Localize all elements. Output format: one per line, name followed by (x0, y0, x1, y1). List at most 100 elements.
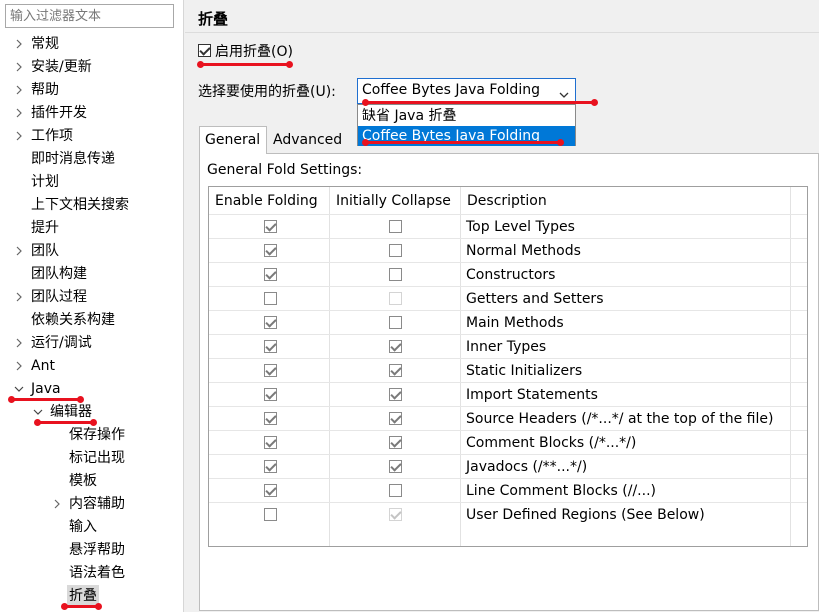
initially-collapse-checkbox[interactable] (389, 316, 402, 329)
row-description: Top Level Types (466, 219, 575, 235)
tree-item[interactable]: 即时消息传递 (0, 148, 183, 170)
tree-item[interactable]: 依赖关系构建 (0, 309, 183, 331)
chevron-right-icon[interactable] (14, 79, 26, 101)
enable-folding-checkbox[interactable] (264, 364, 277, 377)
enable-folding-checkbox[interactable] (264, 316, 277, 329)
table-row: Main Methods (209, 310, 807, 334)
enable-folding-checkbox[interactable] (264, 508, 277, 521)
row-description: Comment Blocks (/*...*/) (466, 435, 637, 451)
row-description: Inner Types (466, 339, 547, 355)
chevron-down-icon[interactable] (14, 378, 26, 400)
tree-item-label: 标记出现 (69, 450, 125, 466)
row-description: Main Methods (466, 315, 564, 331)
chevron-right-icon[interactable] (14, 286, 26, 308)
enable-folding-checkbox[interactable] (264, 268, 277, 281)
initially-collapse-checkbox[interactable] (389, 508, 402, 521)
chevron-right-icon[interactable] (14, 332, 26, 354)
folding-select-label: 选择要使用的折叠(U): (198, 84, 336, 100)
enable-folding-checkbox[interactable] (264, 292, 277, 305)
tree-item[interactable]: 团队 (0, 240, 183, 262)
folding-dropdown-list: 缺省 Java 折叠 Coffee Bytes Java Folding (357, 104, 576, 146)
header-initially-collapse[interactable]: Initially Collapse (336, 191, 451, 211)
initially-collapse-checkbox[interactable] (389, 412, 402, 425)
enable-folding-checkbox[interactable] (264, 244, 277, 257)
initially-collapse-checkbox[interactable] (389, 244, 402, 257)
initially-collapse-checkbox[interactable] (389, 292, 402, 305)
initially-collapse-checkbox[interactable] (389, 268, 402, 281)
enable-folding-checkbox[interactable] (264, 340, 277, 353)
chevron-right-icon[interactable] (14, 125, 26, 147)
tree-item[interactable]: Java (0, 378, 183, 400)
tree-item[interactable]: 折叠 (0, 585, 183, 607)
header-description[interactable]: Description (467, 191, 547, 211)
tree-item[interactable]: 插件开发 (0, 102, 183, 124)
tree-item-label: 模板 (69, 473, 97, 489)
row-description: Import Statements (466, 387, 598, 403)
tree-item[interactable]: Ant (0, 355, 183, 377)
tree-item[interactable]: 帮助 (0, 79, 183, 101)
tree-item[interactable]: 团队构建 (0, 263, 183, 285)
tree-item[interactable]: 安装/更新 (0, 56, 183, 78)
initially-collapse-checkbox[interactable] (389, 340, 402, 353)
tree-item[interactable]: 模板 (0, 470, 183, 492)
tree-item[interactable]: 计划 (0, 171, 183, 193)
page-title: 折叠 (198, 10, 229, 28)
chevron-right-icon[interactable] (14, 56, 26, 78)
initially-collapse-checkbox[interactable] (389, 364, 402, 377)
dropdown-option-default[interactable]: 缺省 Java 折叠 (358, 106, 575, 126)
enable-folding-checkbox-box[interactable] (198, 43, 211, 57)
annotation-underline (199, 63, 291, 66)
annotation-dot (77, 396, 84, 403)
general-fold-settings-label: General Fold Settings: (207, 162, 363, 178)
initially-collapse-checkbox[interactable] (389, 220, 402, 233)
tree-item[interactable]: 团队过程 (0, 286, 183, 308)
enable-folding-checkbox[interactable]: 启用折叠(O) (198, 42, 293, 62)
annotation-dot (362, 139, 369, 146)
enable-folding-checkbox[interactable] (264, 220, 277, 233)
table-row: Source Headers (/*...*/ at the top of th… (209, 406, 807, 430)
tree-item[interactable]: 工作项 (0, 125, 183, 147)
annotation-dot (197, 61, 204, 68)
tree-item[interactable]: 内容辅助 (0, 493, 183, 515)
annotation-dot (557, 139, 564, 146)
annotation-underline (365, 101, 597, 104)
tree-item-label: Ant (31, 358, 55, 374)
table-row: Getters and Setters (209, 286, 807, 310)
tree-item[interactable]: 语法着色 (0, 562, 183, 584)
enable-folding-checkbox[interactable] (264, 412, 277, 425)
initially-collapse-checkbox[interactable] (389, 484, 402, 497)
tab-general[interactable]: General (199, 126, 267, 154)
enable-folding-checkbox[interactable] (264, 388, 277, 401)
enable-folding-checkbox[interactable] (264, 484, 277, 497)
tree-item[interactable]: 常规 (0, 33, 183, 55)
tree-item-label: 团队过程 (31, 289, 87, 305)
annotation-dot (8, 396, 15, 403)
tree-item[interactable]: 提升 (0, 217, 183, 239)
chevron-right-icon[interactable] (14, 240, 26, 262)
initially-collapse-checkbox[interactable] (389, 460, 402, 473)
row-description: Source Headers (/*...*/ at the top of th… (466, 411, 774, 427)
tree-item-label: 保存操作 (69, 427, 125, 443)
tree-item[interactable]: 上下文相关搜索 (0, 194, 183, 216)
tree-item[interactable]: 保存操作 (0, 424, 183, 446)
tree-item-label: 即时消息传递 (31, 151, 115, 167)
annotation-dot (362, 99, 369, 106)
tree-item-label: 输入 (69, 519, 97, 535)
tab-advanced[interactable]: Advanced (269, 128, 359, 153)
enable-folding-checkbox[interactable] (264, 460, 277, 473)
enable-folding-checkbox[interactable] (264, 436, 277, 449)
tree-item[interactable]: 运行/调试 (0, 332, 183, 354)
chevron-right-icon[interactable] (14, 355, 26, 377)
tree-item[interactable]: 输入 (0, 516, 183, 538)
table-row: Javadocs (/**...*/) (209, 454, 807, 478)
chevron-right-icon[interactable] (52, 493, 64, 515)
initially-collapse-checkbox[interactable] (389, 436, 402, 449)
filter-input[interactable] (5, 4, 174, 28)
tree-item[interactable]: 悬浮帮助 (0, 539, 183, 561)
initially-collapse-checkbox[interactable] (389, 388, 402, 401)
header-enable-folding[interactable]: Enable Folding (215, 191, 318, 211)
tree-item[interactable]: 标记出现 (0, 447, 183, 469)
chevron-right-icon[interactable] (14, 102, 26, 124)
chevron-right-icon[interactable] (14, 33, 26, 55)
annotation-dot (61, 603, 68, 610)
